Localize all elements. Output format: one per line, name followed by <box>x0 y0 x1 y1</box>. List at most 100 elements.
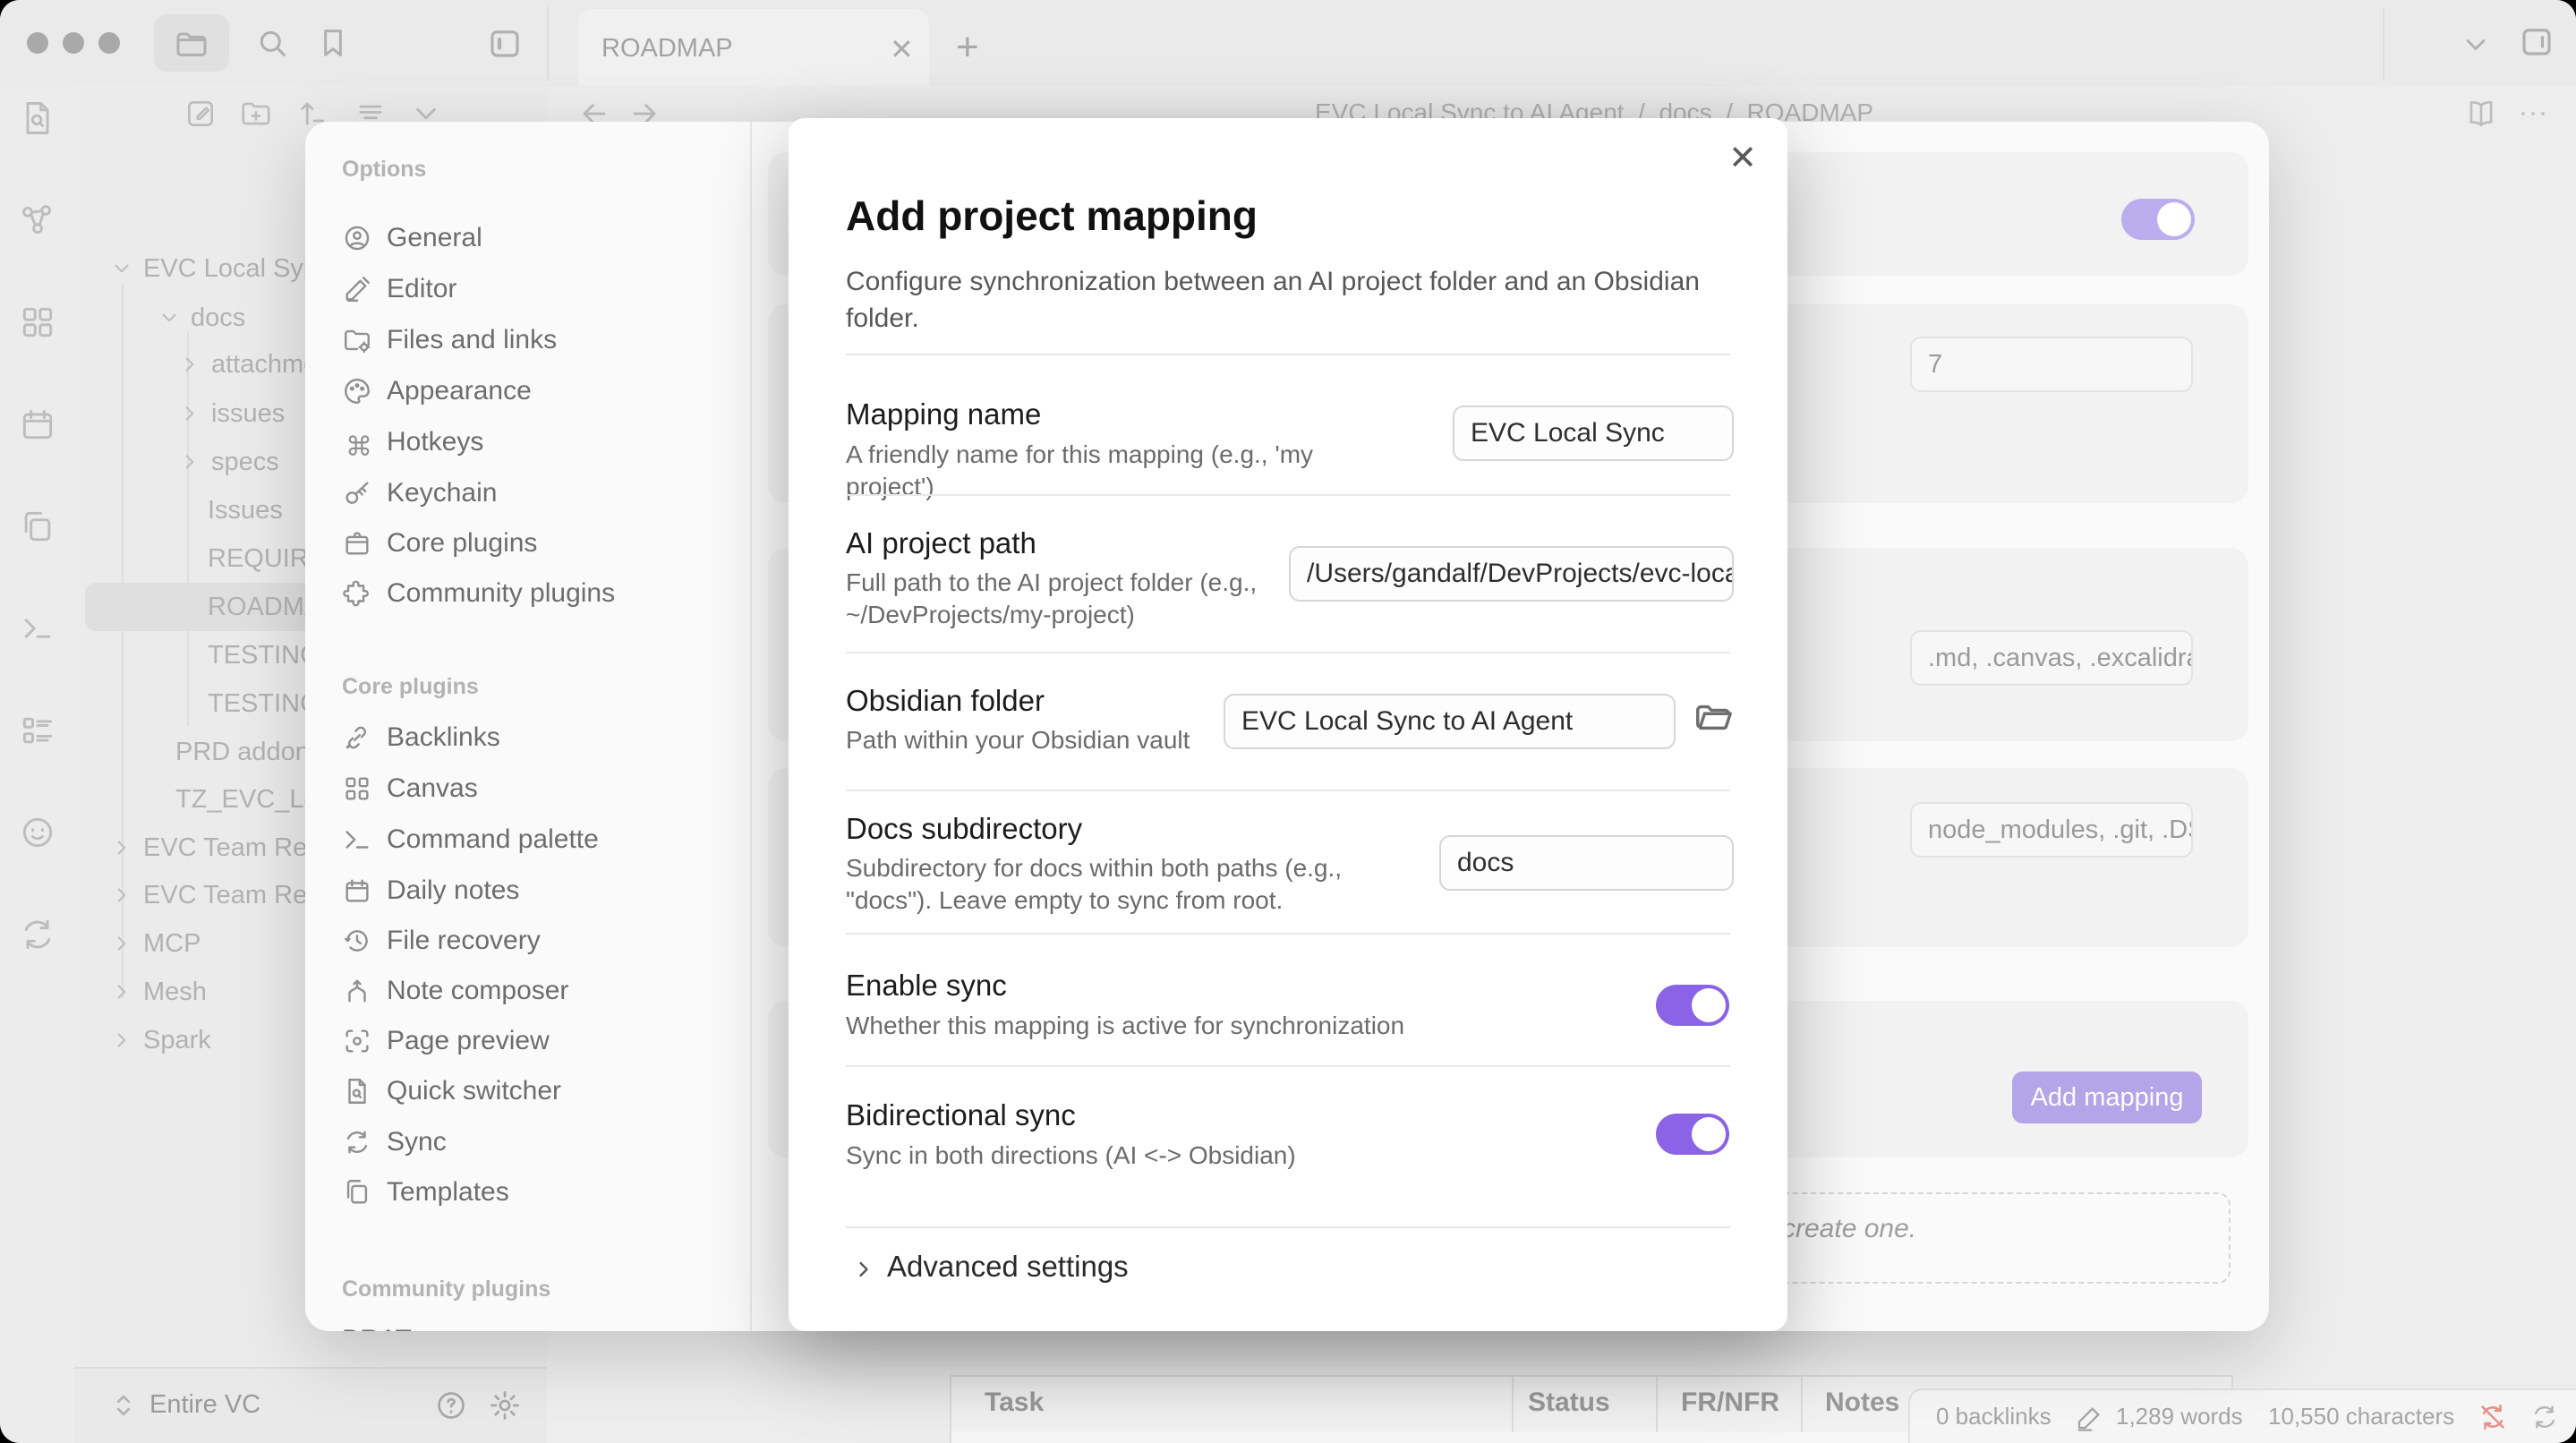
templates-icon <box>342 1177 372 1208</box>
tree-item-label: issues <box>211 389 285 438</box>
close-icon[interactable]: ✕ <box>1728 138 1757 178</box>
nav-quick-switcher[interactable]: Quick switcher <box>342 1066 736 1116</box>
bidirectional-sync-toggle[interactable] <box>1656 1114 1729 1155</box>
divider <box>846 933 1730 935</box>
search-icon <box>254 25 290 61</box>
browse-folder-icon[interactable] <box>1693 698 1734 739</box>
advanced-settings-toggle[interactable]: Advanced settings <box>887 1250 1129 1284</box>
add-project-mapping-modal: ✕ Add project mapping Configure synchron… <box>789 118 1787 1331</box>
tree-item-label: docs <box>191 294 245 342</box>
file-types-input[interactable]: .md, .canvas, .excalidrav <box>1910 630 2193 686</box>
help-icon[interactable] <box>434 1388 468 1422</box>
advanced-chevron-icon[interactable] <box>851 1257 876 1282</box>
smiley-icon[interactable] <box>18 813 57 852</box>
obsidian-folder-input[interactable]: EVC Local Sync to AI Agent <box>1224 694 1676 749</box>
status-bar: 0 backlinks 1,289 words 10,550 character… <box>1908 1388 2576 1443</box>
new-tab-button[interactable]: + <box>956 25 979 70</box>
merge-icon <box>342 976 372 1006</box>
divider <box>846 652 1730 653</box>
right-tabbar-divider <box>2383 7 2384 81</box>
tree-item-label: Spark <box>143 1016 211 1064</box>
nav-backlinks[interactable]: Backlinks <box>342 713 736 763</box>
settings-gear-icon[interactable] <box>488 1388 522 1422</box>
graph-icon[interactable] <box>18 201 57 240</box>
more-options-icon[interactable] <box>2516 97 2550 131</box>
enable-sync-toggle[interactable] <box>1656 985 1729 1026</box>
reading-view-icon[interactable] <box>2464 97 2498 131</box>
tree-item-label: TESTING <box>208 679 320 728</box>
nav-command-palette[interactable]: Command palette <box>342 815 736 865</box>
nav-keychain[interactable]: Keychain <box>342 468 736 518</box>
bookmarks-button[interactable] <box>295 14 371 72</box>
tree-item-label: specs <box>211 438 279 486</box>
sync-vault-icon[interactable] <box>18 915 57 954</box>
tree-item-label: Mesh <box>143 968 207 1016</box>
zoom-window-button[interactable] <box>98 32 120 54</box>
vault-profile[interactable]: Entire VC <box>74 1367 547 1443</box>
folder-icon <box>174 25 209 61</box>
table-header-notes: Notes <box>1825 1388 1899 1418</box>
eye-scan-icon <box>342 1026 372 1056</box>
canvas-squares-icon <box>342 773 372 804</box>
tab-title: ROADMAP <box>601 34 733 64</box>
add-mapping-button[interactable]: Add mapping <box>2012 1072 2202 1123</box>
sync-error-icon[interactable] <box>2478 1402 2508 1432</box>
sidebar-left-icon <box>486 24 524 62</box>
number-input[interactable]: 7 <box>1910 337 2193 392</box>
ai-project-path-input[interactable]: /Users/gandalf/DevProjects/evc-local-s <box>1289 546 1734 602</box>
toggle-right-sidebar-button[interactable] <box>2499 13 2574 70</box>
canvas-icon[interactable] <box>18 303 57 342</box>
terminal-icon[interactable] <box>18 609 57 648</box>
nav-general[interactable]: General <box>342 213 736 263</box>
character-count[interactable]: 10,550 characters <box>2268 1403 2454 1430</box>
chevron-icon <box>110 836 133 859</box>
vault-name: Entire VC <box>149 1390 260 1420</box>
excluded-paths-input[interactable]: node_modules, .git, .DS <box>1910 802 2193 858</box>
sync-status-icon[interactable] <box>2529 1402 2560 1432</box>
nav-appearance[interactable]: Appearance <box>342 366 736 416</box>
column-divider <box>1656 1377 1658 1432</box>
background-toggle[interactable] <box>2121 199 2195 240</box>
nav-note-composer[interactable]: Note composer <box>342 966 736 1016</box>
edit-mode-icon[interactable] <box>2076 1403 2104 1431</box>
docs-subdirectory-input[interactable]: docs <box>1439 835 1734 891</box>
nav-editor[interactable]: Editor <box>342 264 736 314</box>
minimize-window-button[interactable] <box>63 32 84 54</box>
mapping-name-input[interactable]: EVC Local Sync <box>1453 406 1734 461</box>
word-count[interactable]: 1,289 words <box>2116 1403 2243 1430</box>
empty-state-text: create one. <box>1782 1214 1916 1244</box>
close-tab-icon[interactable]: ✕ <box>890 32 914 66</box>
nav-core-plugins[interactable]: Core plugins <box>342 518 736 568</box>
vault-switcher-button[interactable] <box>154 14 229 72</box>
nav-sync[interactable]: Sync <box>342 1117 736 1167</box>
tree-item-label: TESTING <box>208 631 320 679</box>
kanban-list-icon[interactable] <box>18 711 57 750</box>
nav-hotkeys[interactable]: ⌘Hotkeys <box>342 417 736 467</box>
new-note-icon[interactable] <box>183 97 218 131</box>
nav-daily-notes[interactable]: Daily notes <box>342 866 736 916</box>
nav-files-and-links[interactable]: Files and links <box>342 315 736 365</box>
nav-file-recovery[interactable]: File recovery <box>342 916 736 966</box>
nav-brat-partial[interactable]: BRAT <box>342 1315 736 1331</box>
nav-templates[interactable]: Templates <box>342 1167 736 1217</box>
tree-item-label: EVC Team Rela <box>143 871 328 919</box>
nav-community-plugins[interactable]: Community plugins <box>342 568 736 619</box>
file-search-icon[interactable] <box>18 98 57 138</box>
backlinks-count[interactable]: 0 backlinks <box>1936 1403 2051 1430</box>
new-folder-icon[interactable] <box>239 97 273 131</box>
close-window-button[interactable] <box>27 32 48 54</box>
nav-canvas[interactable]: Canvas <box>342 764 736 814</box>
toggle-left-sidebar-button[interactable] <box>467 14 542 72</box>
divider <box>846 1226 1730 1228</box>
toggle-knob <box>2157 202 2191 236</box>
toggle-knob <box>1692 988 1726 1022</box>
bidirectional-sync-label: Bidirectional sync <box>846 1098 1076 1132</box>
app-window: ROADMAP ✕ + EVC Local Sync docs attachme… <box>0 0 2576 1443</box>
chevron-icon <box>178 402 201 425</box>
calendar-icon[interactable] <box>18 405 57 444</box>
chevron-icon <box>110 980 133 1003</box>
copy-icon[interactable] <box>18 507 57 546</box>
nav-page-preview[interactable]: Page preview <box>342 1016 736 1066</box>
table-header-frnfr: FR/NFR <box>1681 1388 1779 1418</box>
chevron-down-icon[interactable] <box>2460 29 2492 61</box>
